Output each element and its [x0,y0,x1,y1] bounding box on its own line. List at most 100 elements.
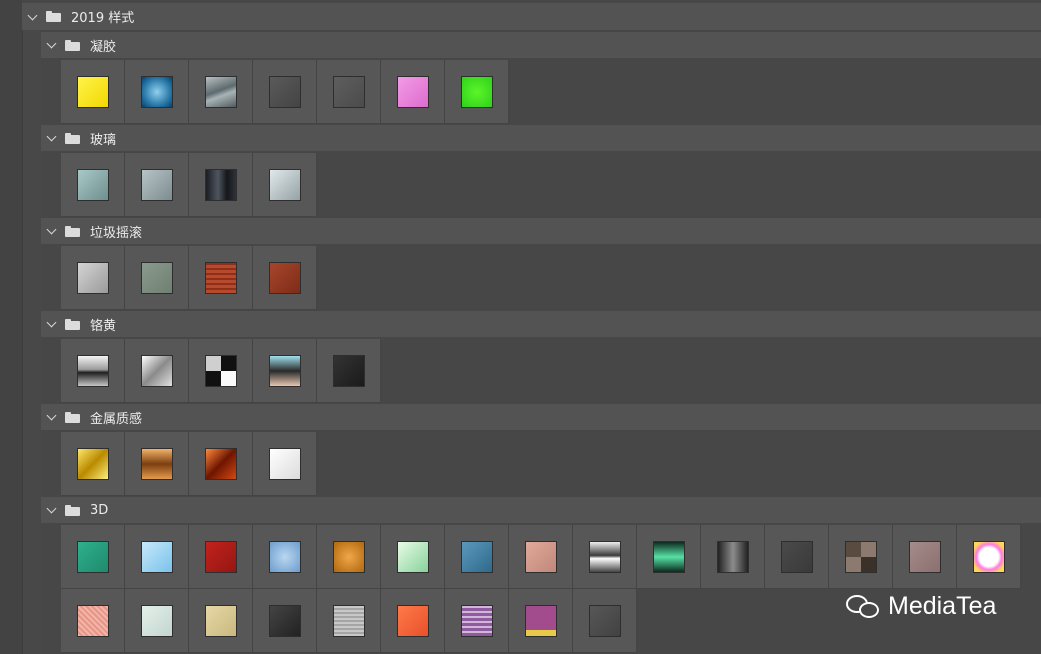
style-grid [61,525,1041,653]
style-tile[interactable] [253,432,317,496]
style-tile[interactable] [445,525,509,589]
style-tile[interactable] [701,525,765,589]
watermark-text: MediaTea [888,592,997,620]
style-swatch [268,354,301,387]
style-swatch [140,447,173,480]
style-tile[interactable] [61,525,125,589]
chevron-down-icon[interactable] [47,319,57,329]
style-tile[interactable] [573,525,637,589]
style-tile[interactable] [253,246,317,310]
folder-header[interactable]: 凝胶 [41,32,1041,58]
style-tile[interactable] [445,60,509,124]
style-swatch [140,604,173,637]
style-tile[interactable] [509,589,573,653]
style-swatch [332,75,365,108]
style-tile[interactable] [381,589,445,653]
style-tile[interactable] [253,153,317,217]
style-grid [61,246,1041,310]
style-tile[interactable] [61,589,125,653]
style-swatch [332,354,365,387]
style-tile[interactable] [61,339,125,403]
style-tile[interactable] [253,525,317,589]
style-tile[interactable] [61,60,125,124]
style-swatch [140,261,173,294]
folder-header[interactable]: 玻璃 [41,125,1041,151]
style-tile[interactable] [125,246,189,310]
style-swatch [588,540,621,573]
style-tile[interactable] [125,60,189,124]
style-swatch [524,540,557,573]
folder-title: 2019 样式 [71,11,135,26]
style-tile[interactable] [253,339,317,403]
chevron-down-icon[interactable] [47,412,57,422]
style-swatch [204,75,237,108]
style-tile[interactable] [573,589,637,653]
style-tile[interactable] [189,525,253,589]
style-swatch [460,540,493,573]
style-tile[interactable] [61,153,125,217]
style-swatch [524,604,557,637]
style-tile[interactable] [125,589,189,653]
style-swatch [332,604,365,637]
style-tile[interactable] [125,339,189,403]
style-swatch [76,75,109,108]
folder-header[interactable]: 垃圾摇滚 [41,218,1041,244]
style-tile[interactable] [445,589,509,653]
style-tile[interactable] [253,60,317,124]
watermark: MediaTea [846,592,996,621]
style-swatch [716,540,749,573]
style-swatch [76,604,109,637]
style-tile[interactable] [189,246,253,310]
folder-icon [65,132,80,144]
style-swatch [204,261,237,294]
style-tile[interactable] [381,60,445,124]
style-swatch [76,447,109,480]
style-tile[interactable] [61,432,125,496]
folder-header-root[interactable]: 2019 样式 [22,3,1041,30]
folder-icon [65,318,80,330]
style-tile[interactable] [189,60,253,124]
folder-title: 3D [90,502,109,518]
chevron-down-icon[interactable] [47,505,57,515]
style-tile[interactable] [253,589,317,653]
style-grid [61,153,1041,217]
style-tile[interactable] [317,339,381,403]
style-swatch [396,604,429,637]
style-swatch [588,604,621,637]
style-swatch [140,168,173,201]
style-tile[interactable] [125,525,189,589]
folder-header[interactable]: 铬黄 [41,311,1041,337]
style-tile[interactable] [765,525,829,589]
folder-title: 铬黄 [90,318,117,334]
style-grid [61,339,1041,403]
style-tile[interactable] [189,432,253,496]
style-tile[interactable] [893,525,957,589]
style-tile[interactable] [189,153,253,217]
style-grid [61,60,1041,124]
style-swatch [460,75,493,108]
style-tile[interactable] [829,525,893,589]
style-tile[interactable] [189,589,253,653]
style-tile[interactable] [317,589,381,653]
style-tile[interactable] [509,525,573,589]
style-tile[interactable] [125,153,189,217]
chevron-down-icon[interactable] [47,226,57,236]
style-swatch [268,261,301,294]
folder-header[interactable]: 金属质感 [41,404,1041,430]
chevron-down-icon[interactable] [47,40,57,50]
style-swatch [76,261,109,294]
chevron-down-icon[interactable] [28,12,38,22]
style-tile[interactable] [957,525,1021,589]
style-tile[interactable] [637,525,701,589]
style-swatch [460,604,493,637]
folder-icon [65,411,80,423]
style-tile[interactable] [189,339,253,403]
style-swatch [204,168,237,201]
style-tile[interactable] [61,246,125,310]
folder-header[interactable]: 3D [41,497,1041,523]
style-tile[interactable] [381,525,445,589]
style-tile[interactable] [317,525,381,589]
style-tile[interactable] [317,60,381,124]
style-tile[interactable] [125,432,189,496]
chevron-down-icon[interactable] [47,133,57,143]
